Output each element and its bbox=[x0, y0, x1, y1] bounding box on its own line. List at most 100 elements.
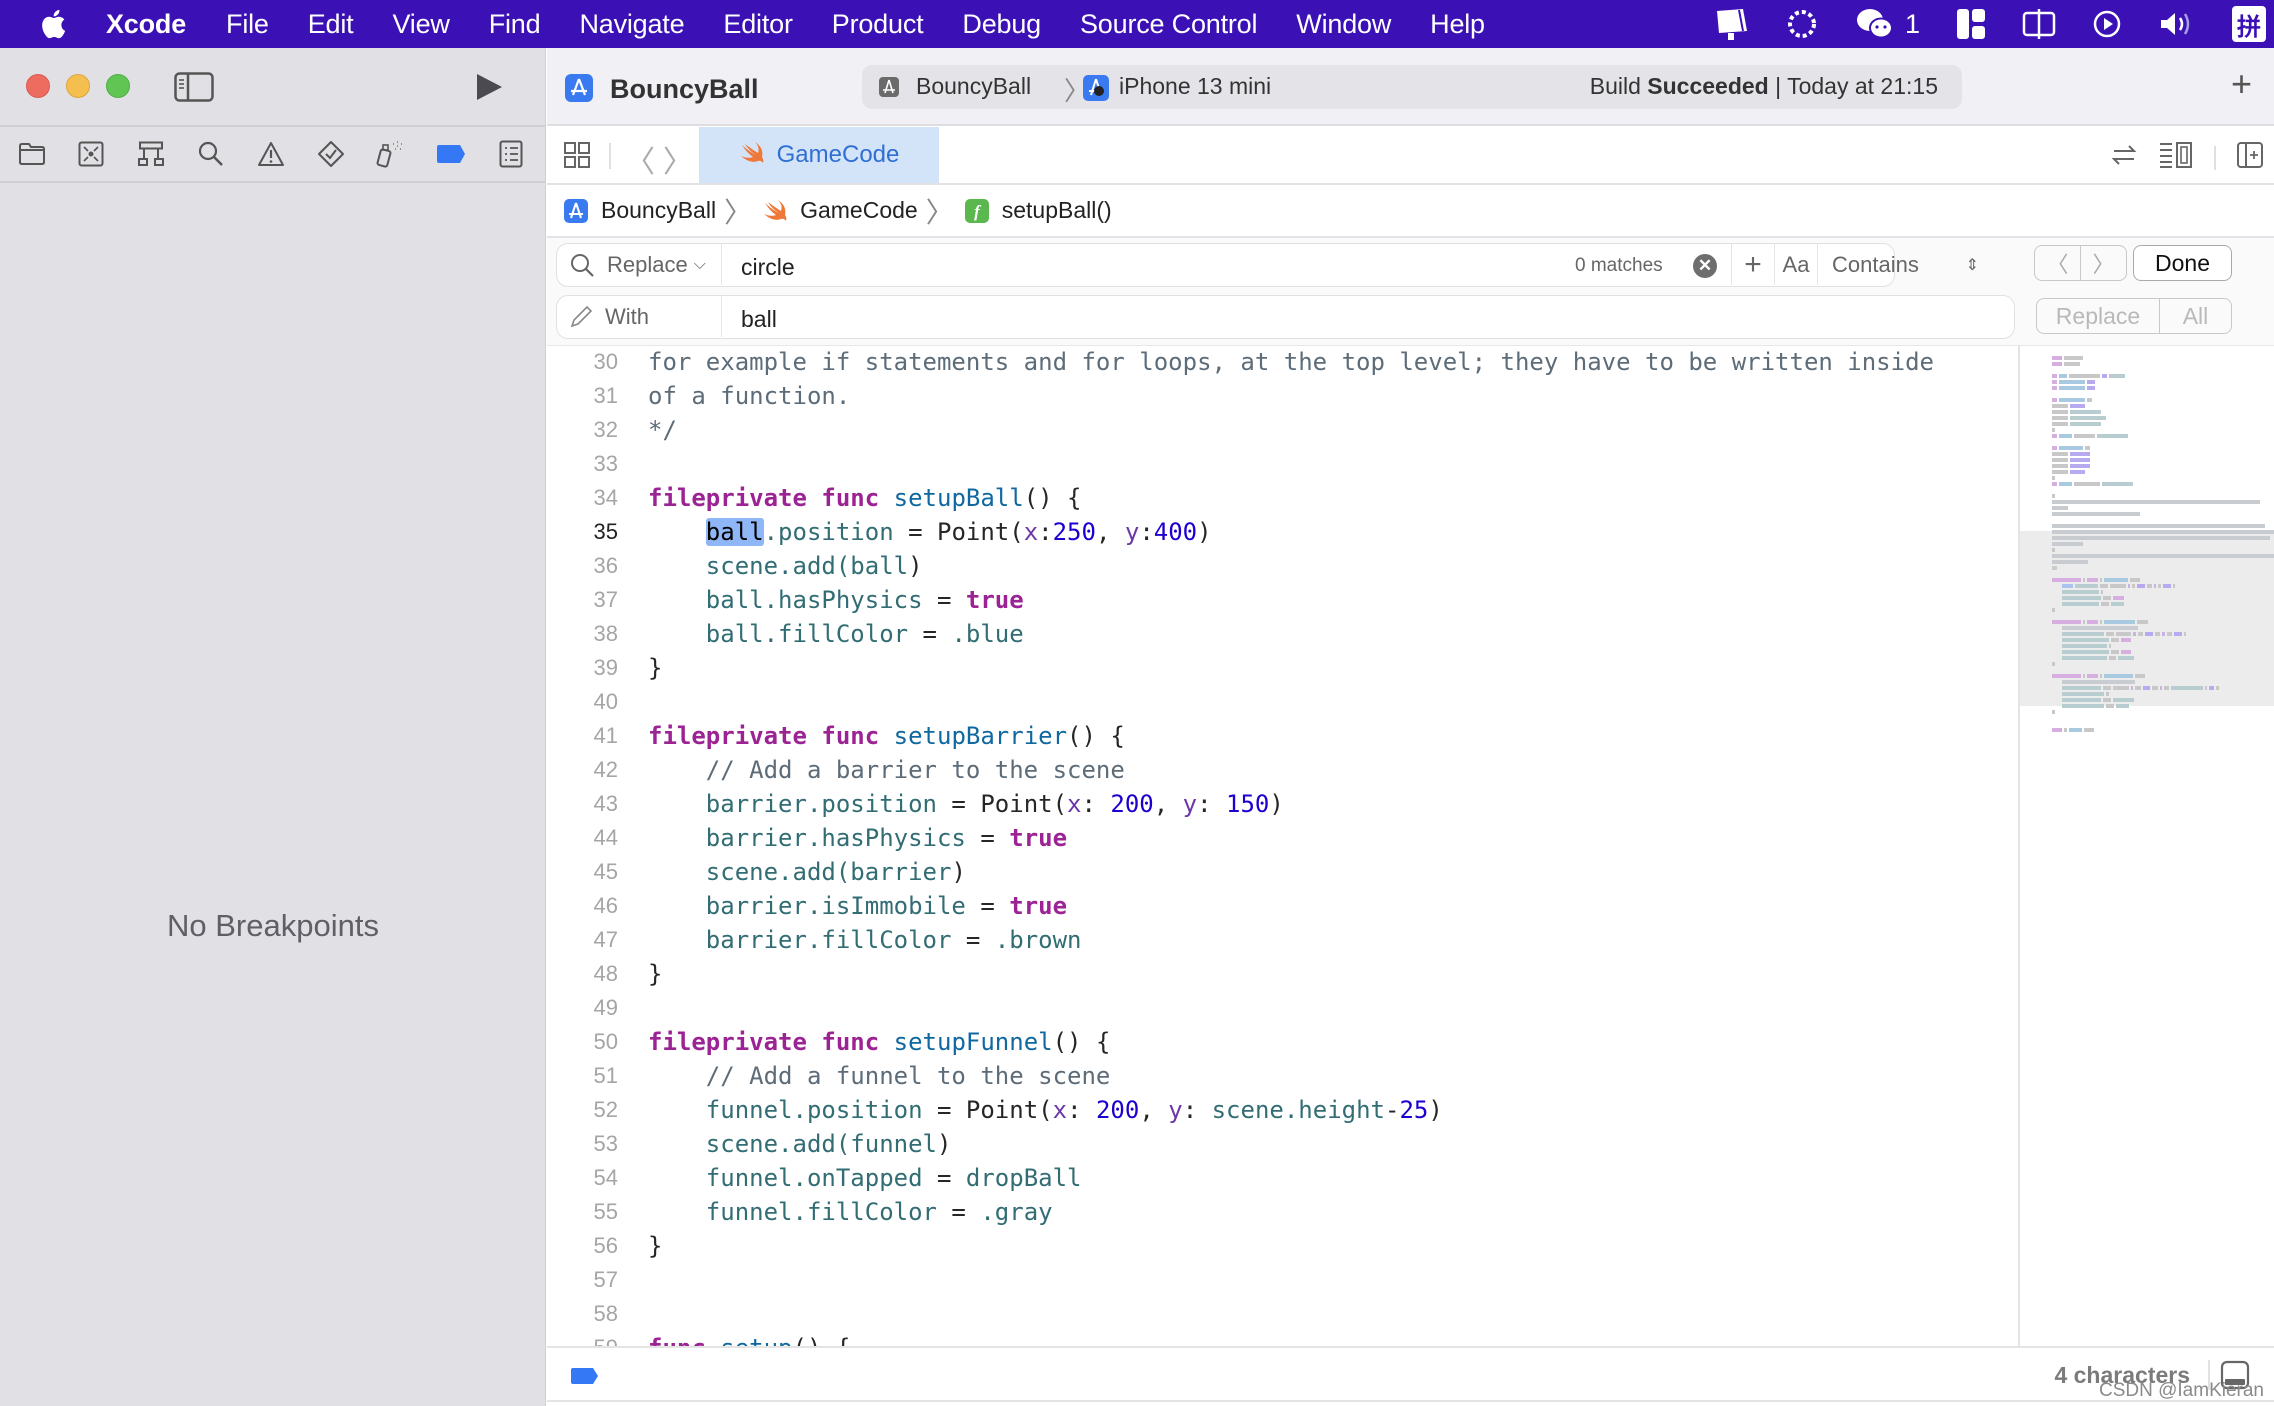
code-line[interactable]: 33 bbox=[547, 447, 2018, 481]
match-case-button[interactable]: Aa bbox=[1774, 244, 1817, 285]
code-line[interactable]: 39} bbox=[547, 651, 2018, 685]
find-query-input[interactable]: circle bbox=[741, 254, 795, 281]
line-number[interactable]: 34 bbox=[558, 481, 618, 515]
line-number[interactable]: 38 bbox=[558, 617, 618, 651]
line-number[interactable]: 54 bbox=[558, 1161, 618, 1195]
run-button[interactable] bbox=[474, 72, 504, 107]
code-line[interactable]: 43 barrier.position = Point(x: 200, y: 1… bbox=[547, 787, 2018, 821]
input-method-indicator[interactable]: 拼 bbox=[2232, 6, 2266, 42]
navigate-back-icon[interactable]: 〈 bbox=[625, 137, 655, 181]
code-line[interactable]: 35 ball.position = Point(x:250, y:400) bbox=[547, 515, 2018, 549]
line-number[interactable]: 42 bbox=[558, 753, 618, 787]
minimap[interactable] bbox=[2018, 346, 2274, 1346]
line-number[interactable]: 33 bbox=[558, 447, 618, 481]
code-line[interactable]: 58 bbox=[547, 1297, 2018, 1331]
code-line[interactable]: 59 func setup() { bbox=[547, 1331, 2018, 1346]
code-line[interactable]: 48} bbox=[547, 957, 2018, 991]
test-navigator-diamond-icon[interactable] bbox=[314, 139, 348, 169]
code-line[interactable]: 42 // Add a barrier to the scene bbox=[547, 753, 2018, 787]
code-line[interactable]: 38 ball.fillColor = .blue bbox=[547, 617, 2018, 651]
menu-view[interactable]: View bbox=[392, 9, 449, 40]
line-number[interactable]: 43 bbox=[558, 787, 618, 821]
menu-editor[interactable]: Editor bbox=[723, 9, 793, 40]
line-number[interactable]: 39 bbox=[558, 651, 618, 685]
line-number[interactable]: 48 bbox=[558, 957, 618, 991]
breadcrumb-file[interactable]: GameCode bbox=[762, 197, 918, 224]
menu-find[interactable]: Find bbox=[489, 9, 541, 40]
close-window-button[interactable] bbox=[26, 74, 50, 98]
previous-match-button[interactable]: 〈 bbox=[2035, 246, 2080, 280]
code-line[interactable]: 46 barrier.isImmobile = true bbox=[547, 889, 2018, 923]
code-line[interactable]: 54 funnel.onTapped = dropBall bbox=[547, 1161, 2018, 1195]
breakpoints-toggle-icon[interactable] bbox=[569, 1367, 599, 1390]
zoom-window-button[interactable] bbox=[106, 74, 130, 98]
find-navigator-magnifier-icon[interactable] bbox=[194, 139, 228, 169]
line-number[interactable]: 51 bbox=[558, 1059, 618, 1093]
line-number[interactable]: 30 bbox=[558, 346, 618, 379]
breadcrumb-symbol[interactable]: f setupBall() bbox=[964, 197, 1112, 224]
code-line[interactable]: 40 bbox=[547, 685, 2018, 719]
add-editor-split-icon[interactable] bbox=[2236, 141, 2264, 174]
volume-icon[interactable] bbox=[2158, 9, 2196, 39]
code-line[interactable]: 49 bbox=[547, 991, 2018, 1025]
issue-navigator-warning-icon[interactable] bbox=[254, 139, 288, 169]
symbol-navigator-hierarchy-icon[interactable] bbox=[134, 139, 168, 169]
tab-gamecode[interactable]: GameCode bbox=[699, 127, 939, 183]
minimize-window-button[interactable] bbox=[66, 74, 90, 98]
menu-edit[interactable]: Edit bbox=[308, 9, 354, 40]
code-line[interactable]: 34 fileprivate func setupBall() { bbox=[547, 481, 2018, 515]
toggle-navigator-icon[interactable] bbox=[174, 72, 214, 107]
code-line[interactable]: 31 of a function. bbox=[547, 379, 2018, 413]
window-layout-icon[interactable] bbox=[1956, 7, 1986, 41]
display-lamp-icon[interactable] bbox=[1713, 7, 1749, 41]
next-match-button[interactable]: 〉 bbox=[2080, 246, 2126, 280]
swap-editor-icon[interactable] bbox=[2110, 141, 2138, 174]
line-number[interactable]: 50 bbox=[558, 1025, 618, 1059]
code-line[interactable]: 51 // Add a funnel to the scene bbox=[547, 1059, 2018, 1093]
project-navigator-folder-icon[interactable] bbox=[15, 139, 49, 169]
line-number[interactable]: 55 bbox=[558, 1195, 618, 1229]
code-line[interactable]: 47 barrier.fillColor = .brown bbox=[547, 923, 2018, 957]
editor-minimap-options-icon[interactable] bbox=[2158, 141, 2194, 174]
code-line[interactable]: 44 barrier.hasPhysics = true bbox=[547, 821, 2018, 855]
replace-button[interactable]: Replace bbox=[2037, 299, 2160, 333]
code-line[interactable]: 50 fileprivate func setupFunnel() { bbox=[547, 1025, 2018, 1059]
code-line[interactable]: 57 bbox=[547, 1263, 2018, 1297]
code-line[interactable]: 41 fileprivate func setupBarrier() { bbox=[547, 719, 2018, 753]
menu-help[interactable]: Help bbox=[1430, 9, 1485, 40]
line-number[interactable]: 35 bbox=[558, 515, 618, 549]
replacement-input[interactable]: ball bbox=[741, 306, 777, 333]
menu-window[interactable]: Window bbox=[1296, 9, 1391, 40]
menu-app-name[interactable]: Xcode bbox=[106, 9, 186, 40]
source-editor[interactable]: 30 for example if statements and for loop… bbox=[547, 346, 2018, 1346]
line-number[interactable]: 57 bbox=[558, 1263, 618, 1297]
line-number[interactable]: 58 bbox=[558, 1297, 618, 1331]
find-mode-dropdown[interactable]: Replace ⌵ bbox=[557, 244, 722, 285]
line-number[interactable]: 41 bbox=[558, 719, 618, 753]
line-number[interactable]: 45 bbox=[558, 855, 618, 889]
menu-source-control[interactable]: Source Control bbox=[1080, 9, 1257, 40]
menu-debug[interactable]: Debug bbox=[962, 9, 1041, 40]
play-circle-icon[interactable] bbox=[2092, 9, 2122, 39]
line-number[interactable]: 40 bbox=[558, 685, 618, 719]
done-button[interactable]: Done bbox=[2133, 245, 2232, 281]
insert-pattern-button[interactable]: + bbox=[1731, 244, 1774, 285]
clear-search-icon[interactable]: ✕ bbox=[1693, 254, 1717, 278]
code-line[interactable]: 55 funnel.fillColor = .gray bbox=[547, 1195, 2018, 1229]
code-line[interactable]: 56} bbox=[547, 1229, 2018, 1263]
line-number[interactable]: 52 bbox=[558, 1093, 618, 1127]
code-line[interactable]: 30 for example if statements and for loop… bbox=[547, 346, 2018, 379]
line-number[interactable]: 36 bbox=[558, 549, 618, 583]
debug-navigator-spray-icon[interactable] bbox=[374, 139, 408, 169]
code-line[interactable]: 37 ball.hasPhysics = true bbox=[547, 583, 2018, 617]
code-line[interactable]: 53 scene.add(funnel) bbox=[547, 1127, 2018, 1161]
line-number[interactable]: 37 bbox=[558, 583, 618, 617]
wechat-icon[interactable]: 1 bbox=[1855, 7, 1920, 41]
add-library-button[interactable]: + bbox=[2231, 66, 2252, 102]
code-line[interactable]: 52 funnel.position = Point(x: 200, y: sc… bbox=[547, 1093, 2018, 1127]
line-number[interactable]: 46 bbox=[558, 889, 618, 923]
code-line[interactable]: 36 scene.add(ball) bbox=[547, 549, 2018, 583]
line-number[interactable]: 31 bbox=[558, 379, 618, 413]
line-number[interactable]: 56 bbox=[558, 1229, 618, 1263]
menu-navigate[interactable]: Navigate bbox=[579, 9, 684, 40]
